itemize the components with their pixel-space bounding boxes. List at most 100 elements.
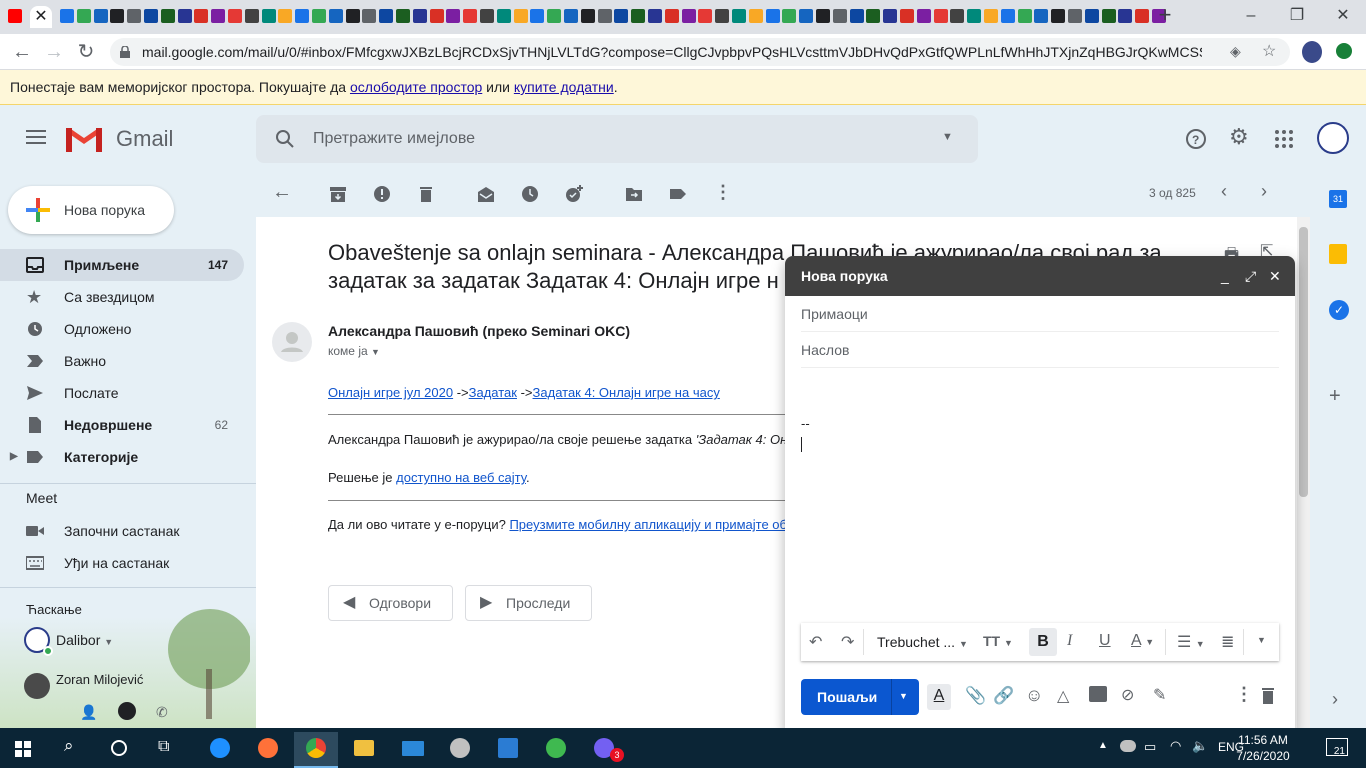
phone-icon[interactable]: ✆ <box>156 704 168 721</box>
battery-icon[interactable]: ▭ <box>1144 739 1156 755</box>
search-bar[interactable]: Претражите имејлове ▼ <box>256 115 978 163</box>
pinned-tab-favicon-icon[interactable] <box>664 9 679 23</box>
viber-app-icon[interactable]: 3 <box>582 732 626 768</box>
course-link[interactable]: Онлајн игре јул 2020 <box>328 385 453 400</box>
formatting-options-icon[interactable]: A <box>927 684 951 710</box>
windows-start-icon[interactable] <box>15 741 31 757</box>
send-button[interactable]: Пошаљи ▼ <box>801 679 919 715</box>
pinned-tab-favicon-icon[interactable] <box>379 9 394 23</box>
pinned-tab-favicon-icon[interactable] <box>1000 9 1015 23</box>
minimize-icon[interactable]: _ <box>1221 256 1229 296</box>
back-icon[interactable]: ← <box>10 40 34 64</box>
add-addon-icon[interactable]: + <box>1329 385 1341 408</box>
pinned-tab-favicon-icon[interactable] <box>883 9 898 23</box>
sidebar-item-inbox[interactable]: Примљене 147 <box>0 249 244 281</box>
expand-arrow-icon[interactable]: ▶ <box>10 441 18 473</box>
profile-avatar[interactable] <box>1302 41 1322 63</box>
extension-icon[interactable] <box>1336 43 1352 59</box>
task-view-icon[interactable]: ⧉ <box>158 738 169 756</box>
pinned-tab-favicon-icon[interactable] <box>782 9 797 23</box>
clock[interactable]: 11:56 AM 7/26/2020 <box>1228 732 1298 764</box>
pinned-tab-favicon-icon[interactable] <box>463 9 478 23</box>
bold-icon[interactable]: B <box>1029 628 1057 656</box>
pinned-tab-favicon-icon[interactable] <box>513 9 528 23</box>
pinned-tab-favicon-icon[interactable] <box>1034 9 1049 23</box>
pinned-tab-favicon-icon[interactable] <box>748 9 763 23</box>
chat-contact-name[interactable]: Zoran Milojević <box>56 672 143 687</box>
delete-icon[interactable] <box>417 185 435 203</box>
main-menu-icon[interactable] <box>26 129 46 145</box>
italic-icon[interactable]: I <box>1067 632 1072 650</box>
pinned-tab-favicon-icon[interactable] <box>110 9 125 23</box>
paint-app-icon[interactable] <box>438 732 482 768</box>
font-size-icon[interactable]: TT ▼ <box>983 633 1013 649</box>
discard-draft-icon[interactable] <box>1261 688 1275 704</box>
numbered-list-icon[interactable]: ≣ <box>1221 632 1234 652</box>
pinned-tab-favicon-icon[interactable] <box>1068 9 1082 23</box>
pinned-tab-favicon-icon[interactable] <box>93 9 108 23</box>
firefox-app-icon[interactable] <box>246 732 290 768</box>
pinned-tab-favicon-icon[interactable] <box>580 9 595 23</box>
pinned-tab-favicon-icon[interactable] <box>1051 9 1066 23</box>
sidebar-item-categories[interactable]: ▶ Категорије <box>0 441 244 473</box>
more-options-icon[interactable]: ⋮ <box>1235 684 1253 705</box>
forward-button[interactable]: ▶ Проследи <box>465 585 592 621</box>
apps-grid-icon[interactable] <box>1275 130 1293 148</box>
mail-app-icon[interactable] <box>390 732 434 768</box>
pinned-tab-favicon-icon[interactable] <box>144 9 158 23</box>
more-formatting-icon[interactable]: ▼ <box>1257 635 1266 645</box>
pinned-tab-favicon-icon[interactable] <box>916 9 931 23</box>
confidential-mode-icon[interactable]: ⊘ <box>1121 685 1134 705</box>
reload-icon[interactable]: ↻ <box>74 40 98 64</box>
new-tab-button[interactable]: + <box>1154 4 1176 27</box>
volume-icon[interactable]: 🔈 <box>1192 738 1208 754</box>
add-task-icon[interactable] <box>565 185 583 203</box>
pinned-tab-favicon-icon[interactable] <box>530 9 545 23</box>
recipients-field[interactable]: Примаоци <box>801 296 1279 332</box>
search-icon[interactable] <box>275 129 295 149</box>
pinned-tab-favicon-icon[interactable] <box>715 9 730 23</box>
minimize-window-button[interactable]: – <box>1236 4 1266 28</box>
chat-user-name[interactable]: Dalibor ▼ <box>56 632 113 648</box>
pinned-tab-favicon-icon[interactable] <box>967 9 982 23</box>
pinned-tab-favicon-icon[interactable] <box>1017 9 1032 23</box>
task-link[interactable]: Задатак 4: Онлајн игре на часу <box>533 385 720 400</box>
pinned-tab-favicon-icon[interactable] <box>194 9 209 23</box>
pinned-tab-favicon-icon[interactable] <box>1101 9 1116 23</box>
pinned-tab-favicon-icon[interactable] <box>362 9 377 23</box>
pinned-tab-favicon-icon[interactable] <box>1135 9 1150 23</box>
pinned-tab-favicon-icon[interactable] <box>933 9 948 23</box>
cast-icon[interactable]: ◈ <box>1230 43 1241 60</box>
settings-gear-icon[interactable]: ⚙ <box>1229 124 1249 150</box>
pinned-tab-favicon-icon[interactable] <box>681 9 696 23</box>
text-color-icon[interactable]: A ▼ <box>1131 632 1154 650</box>
sidebar-item-important[interactable]: Важно <box>0 345 244 377</box>
pinned-tab-favicon-icon[interactable] <box>244 9 259 23</box>
join-meeting-item[interactable]: Уђи на састанак <box>0 547 244 579</box>
taskbar-search-icon[interactable]: ⌕ <box>64 736 74 756</box>
newer-icon[interactable]: ‹ <box>1221 181 1227 202</box>
search-input[interactable]: Претражите имејлове <box>313 130 475 148</box>
insert-signature-icon[interactable]: ✎ <box>1153 685 1166 705</box>
more-options-icon[interactable]: ⋮ <box>714 182 732 203</box>
help-icon[interactable]: ? <box>1185 128 1207 150</box>
tasks-icon[interactable]: ✓ <box>1329 300 1349 320</box>
notification-center-icon[interactable]: 21 <box>1326 738 1348 757</box>
snooze-clock-icon[interactable] <box>521 185 539 203</box>
bookmark-star-icon[interactable]: ☆ <box>1262 41 1276 61</box>
underline-icon[interactable]: U <box>1099 632 1111 650</box>
contact-avatar[interactable] <box>24 673 50 699</box>
buy-storage-link[interactable]: купите додатни <box>514 79 614 95</box>
pinned-tab-favicon-icon[interactable] <box>631 9 646 23</box>
pinned-tab-favicon-icon[interactable] <box>1118 9 1133 23</box>
pinned-tab-favicon-icon[interactable] <box>547 9 562 23</box>
mobile-app-link[interactable]: Преузмите мобилну апликацију и примајте … <box>509 517 787 532</box>
pinned-tab-favicon-icon[interactable] <box>950 9 965 23</box>
pinned-tab-favicon-icon[interactable] <box>496 9 511 23</box>
pinned-tab-favicon-icon[interactable] <box>76 9 91 23</box>
website-link[interactable]: доступно на веб сајту <box>396 470 526 485</box>
start-meeting-item[interactable]: Започни састанак <box>0 515 244 547</box>
message-body-editor[interactable] <box>801 376 1279 616</box>
pinned-tab-favicon-icon[interactable] <box>412 9 427 23</box>
sidebar-item-sent[interactable]: Послате <box>0 377 244 409</box>
